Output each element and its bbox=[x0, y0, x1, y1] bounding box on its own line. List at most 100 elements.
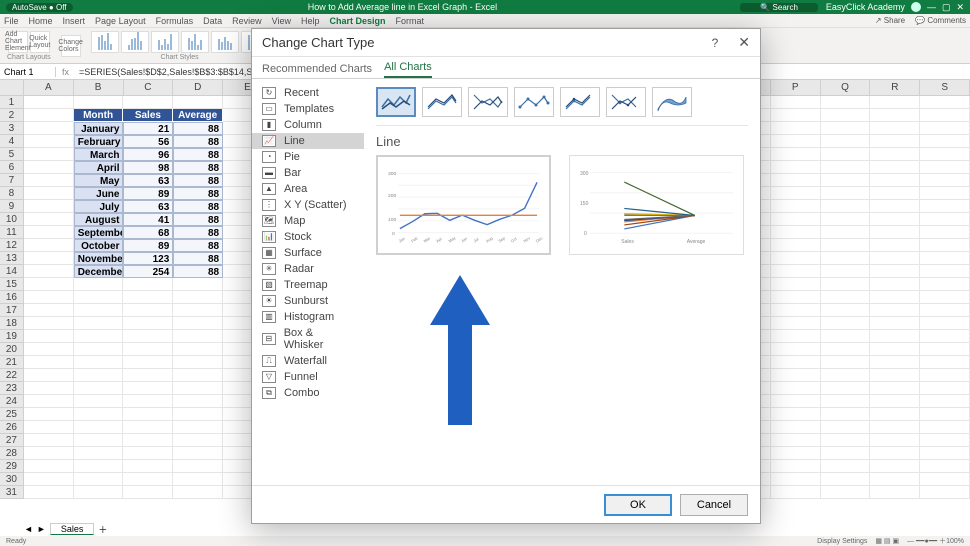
cell[interactable] bbox=[771, 187, 821, 200]
cell[interactable]: 21 bbox=[123, 122, 173, 135]
cell[interactable] bbox=[821, 486, 871, 499]
cell[interactable] bbox=[821, 317, 871, 330]
window-close-icon[interactable]: ✕ bbox=[956, 2, 964, 13]
cell[interactable] bbox=[821, 122, 871, 135]
cancel-button[interactable]: Cancel bbox=[680, 494, 748, 516]
cell[interactable] bbox=[870, 460, 920, 473]
cell[interactable] bbox=[123, 96, 173, 109]
ribbon-tab-page-layout[interactable]: Page Layout bbox=[95, 16, 146, 26]
cell[interactable] bbox=[870, 226, 920, 239]
cell[interactable]: April bbox=[74, 161, 124, 174]
window-minimize-icon[interactable]: — bbox=[927, 2, 936, 13]
cell[interactable] bbox=[821, 473, 871, 486]
cell[interactable] bbox=[870, 135, 920, 148]
cell[interactable] bbox=[920, 148, 970, 161]
cell[interactable] bbox=[123, 447, 173, 460]
subtype-line-markers[interactable] bbox=[514, 87, 554, 117]
cell[interactable] bbox=[920, 473, 970, 486]
cell[interactable] bbox=[173, 330, 223, 343]
column-header[interactable]: A bbox=[24, 80, 74, 96]
cell[interactable] bbox=[771, 291, 821, 304]
chart-type-waterfall[interactable]: ⎍Waterfall bbox=[252, 353, 364, 369]
cell[interactable] bbox=[771, 382, 821, 395]
cell[interactable] bbox=[24, 434, 74, 447]
fx-icon[interactable]: fx bbox=[56, 67, 75, 77]
cell[interactable] bbox=[821, 161, 871, 174]
cell[interactable] bbox=[920, 135, 970, 148]
ribbon-tab-format[interactable]: Format bbox=[396, 16, 425, 26]
cell[interactable] bbox=[771, 122, 821, 135]
ribbon-tab-help[interactable]: Help bbox=[301, 16, 320, 26]
cell[interactable] bbox=[870, 395, 920, 408]
row-header[interactable]: 7 bbox=[0, 174, 24, 187]
chart-style-3[interactable] bbox=[151, 31, 179, 53]
cell[interactable] bbox=[870, 122, 920, 135]
cell[interactable] bbox=[24, 304, 74, 317]
cell[interactable] bbox=[771, 369, 821, 382]
cell[interactable]: October bbox=[74, 239, 124, 252]
view-buttons[interactable]: ▦ ▤ ▣ bbox=[875, 537, 899, 545]
cell[interactable] bbox=[771, 148, 821, 161]
cell[interactable] bbox=[771, 239, 821, 252]
cell[interactable] bbox=[821, 408, 871, 421]
chart-type-box-whisker[interactable]: ⊟Box & Whisker bbox=[252, 325, 364, 353]
sheet-nav-next-icon[interactable]: ► bbox=[37, 524, 46, 534]
chart-type-histogram[interactable]: ▥Histogram bbox=[252, 309, 364, 325]
column-header[interactable]: Q bbox=[821, 80, 871, 96]
ribbon-tab-review[interactable]: Review bbox=[232, 16, 262, 26]
chart-type-sunburst[interactable]: ☀Sunburst bbox=[252, 293, 364, 309]
chart-type-stock[interactable]: 📊Stock bbox=[252, 229, 364, 245]
row-header[interactable]: 14 bbox=[0, 265, 24, 278]
cell[interactable] bbox=[123, 473, 173, 486]
cell[interactable] bbox=[870, 330, 920, 343]
cell[interactable]: March bbox=[74, 148, 124, 161]
cell[interactable] bbox=[821, 434, 871, 447]
cell[interactable] bbox=[24, 447, 74, 460]
cell[interactable] bbox=[173, 395, 223, 408]
cell[interactable]: 88 bbox=[173, 252, 223, 265]
row-header[interactable]: 30 bbox=[0, 473, 24, 486]
cell[interactable] bbox=[173, 382, 223, 395]
cell[interactable] bbox=[24, 278, 74, 291]
cell[interactable] bbox=[123, 304, 173, 317]
cell[interactable] bbox=[771, 200, 821, 213]
cell[interactable]: 88 bbox=[173, 122, 223, 135]
cell[interactable] bbox=[821, 96, 871, 109]
cell[interactable] bbox=[24, 122, 74, 135]
cell[interactable] bbox=[123, 486, 173, 499]
ribbon-tab-formulas[interactable]: Formulas bbox=[156, 16, 194, 26]
cell[interactable] bbox=[173, 369, 223, 382]
subtype-stacked-line-markers[interactable] bbox=[560, 87, 600, 117]
cell[interactable] bbox=[821, 382, 871, 395]
row-header[interactable]: 25 bbox=[0, 408, 24, 421]
cell[interactable] bbox=[74, 447, 124, 460]
ribbon-tab-data[interactable]: Data bbox=[203, 16, 222, 26]
cell[interactable] bbox=[74, 395, 124, 408]
cell[interactable] bbox=[771, 226, 821, 239]
row-header[interactable]: 29 bbox=[0, 460, 24, 473]
subtype-stacked-line[interactable] bbox=[422, 87, 462, 117]
cell[interactable] bbox=[920, 291, 970, 304]
row-header[interactable]: 23 bbox=[0, 382, 24, 395]
cell[interactable]: 88 bbox=[173, 161, 223, 174]
cell[interactable]: May bbox=[74, 174, 124, 187]
chart-type-combo[interactable]: ⧉Combo bbox=[252, 385, 364, 401]
dialog-close-icon[interactable]: ✕ bbox=[738, 34, 750, 51]
cell[interactable] bbox=[771, 460, 821, 473]
cell[interactable] bbox=[771, 447, 821, 460]
select-all-triangle[interactable] bbox=[0, 80, 24, 96]
cell[interactable] bbox=[74, 473, 124, 486]
change-colors-button[interactable]: Change Colors bbox=[61, 35, 81, 57]
cell[interactable] bbox=[920, 356, 970, 369]
cell[interactable] bbox=[24, 408, 74, 421]
cell[interactable] bbox=[74, 317, 124, 330]
row-header[interactable]: 12 bbox=[0, 239, 24, 252]
chart-type-radar[interactable]: ✳Radar bbox=[252, 261, 364, 277]
row-header[interactable]: 2 bbox=[0, 109, 24, 122]
cell[interactable] bbox=[24, 174, 74, 187]
cell[interactable] bbox=[920, 304, 970, 317]
cell[interactable] bbox=[123, 382, 173, 395]
cell[interactable] bbox=[74, 291, 124, 304]
chart-style-1[interactable] bbox=[91, 31, 119, 53]
cell[interactable] bbox=[24, 252, 74, 265]
